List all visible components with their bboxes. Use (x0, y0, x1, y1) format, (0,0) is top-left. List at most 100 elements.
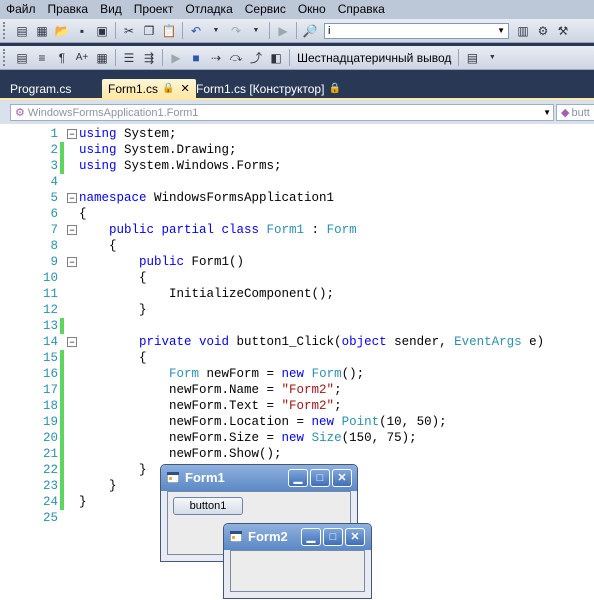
tab-program-cs[interactable]: Program.cs (4, 79, 77, 98)
tab-form1-designer[interactable]: Form1.cs [Конструктор] 🔒 (190, 79, 347, 98)
close-icon[interactable]: ✕ (345, 528, 365, 546)
toolbox-icon[interactable]: ⚒ (555, 23, 571, 39)
class-icon: ⚙ (15, 107, 25, 119)
comment-icon[interactable]: ⇶ (141, 50, 157, 66)
form-icon (167, 472, 179, 483)
toolbar-grip[interactable] (3, 49, 9, 66)
code-line-14: private void button1_Click(object sender… (79, 335, 545, 349)
member-list-icon[interactable]: ≡ (34, 50, 50, 66)
form-icon (230, 531, 242, 542)
menu-window[interactable]: Окно (292, 0, 332, 19)
code-line-17: newForm.Name = "Form2"; (79, 383, 342, 397)
solution-explorer-icon[interactable]: ▥ (515, 23, 531, 39)
form2-title: Form2 (248, 529, 288, 544)
tab-label: Form1.cs (108, 81, 159, 96)
form2-titlebar[interactable]: Form2 ▁ □ ✕ (224, 524, 371, 550)
code-line-5: namespace WindowsFormsApplication1 (79, 191, 335, 205)
code-line-19: newForm.Location = new Point(10, 50); (79, 415, 447, 429)
menu-debug[interactable]: Отладка (179, 0, 238, 19)
window-layout-icon[interactable]: ▤ (464, 50, 480, 66)
step-over-icon[interactable]: ⤼ (228, 50, 244, 66)
code-line-9: public Form1() (79, 255, 245, 269)
code-line-12: } (79, 303, 147, 317)
quick-info-icon[interactable]: A+ (74, 50, 90, 66)
gutter-row: 13 (0, 318, 594, 334)
stop-debugging-icon[interactable]: ■ (188, 50, 204, 66)
code-line-22: } (79, 463, 147, 477)
text-editor-toolbar: ▤ ≡ ¶ A+ ▦ ☰ ⇶ ▶ ■ ⇢ ⤼ ⤴ ◧ Шестнадцатери… (0, 46, 594, 70)
menu-help[interactable]: Справка (332, 0, 391, 19)
copy-icon[interactable]: ❐ (141, 23, 157, 39)
toolbar-separator (162, 49, 163, 66)
indent-icon[interactable]: ☰ (121, 50, 137, 66)
open-file-icon[interactable]: 📂 (54, 23, 70, 39)
member-combo[interactable]: ◆ butt (556, 104, 594, 121)
step-out-icon[interactable]: ⤴ (248, 50, 264, 66)
code-line-10: { (79, 271, 147, 285)
code-line-6: { (79, 207, 87, 221)
toolbar-separator (182, 22, 183, 39)
menu-project[interactable]: Проект (128, 0, 180, 19)
save-all-icon[interactable]: ▣ (94, 23, 110, 39)
code-line-3: using System.Windows.Forms; (79, 159, 282, 173)
line-number: 13 (42, 319, 58, 333)
step-into-icon[interactable]: ⇢ (208, 50, 224, 66)
toolbar-separator (296, 22, 297, 39)
member-combo-value: butt (571, 106, 590, 119)
code-editor[interactable]: 1−2 3 4 5−6 7−8 9−10 11 12 13 14−15 16 17 18 19 20 21 22… (0, 124, 594, 600)
undo-dropdown-icon[interactable]: ▼ (208, 23, 224, 39)
find-in-files-icon[interactable]: 🔎 (302, 23, 318, 39)
continue-icon[interactable]: ▶ (168, 50, 184, 66)
code-line-24: } (79, 495, 87, 509)
button1[interactable]: button1 (173, 497, 243, 515)
class-combo[interactable]: ⚙ WindowsFormsApplication1.Form1 ▼ (10, 104, 554, 121)
close-icon[interactable]: ✕ (180, 82, 189, 95)
start-debugging-icon[interactable]: ▶ (275, 23, 291, 39)
complete-word-icon[interactable]: ▦ (94, 50, 110, 66)
menu-tools[interactable]: Сервис (239, 0, 292, 19)
maximize-icon[interactable]: □ (323, 528, 343, 546)
form2-window[interactable]: Form2 ▁ □ ✕ (223, 523, 372, 599)
chevron-down-icon[interactable]: ▼ (497, 26, 505, 35)
code-line-1: using System; (79, 127, 177, 141)
code-line-23: } (79, 479, 117, 493)
hex-output-label[interactable]: Шестнадцатеричный вывод (297, 51, 451, 65)
close-icon[interactable]: ✕ (332, 469, 352, 487)
change-marker (60, 174, 64, 190)
code-line-11: InitializeComponent(); (79, 287, 335, 301)
properties-icon[interactable]: ⚙ (535, 23, 551, 39)
menu-file[interactable]: Файл (0, 0, 42, 19)
minimize-icon[interactable]: ▁ (288, 469, 308, 487)
document-tabs: Program.cs Form1.cs 🔒 ✕ Form1.cs [Констр… (0, 74, 594, 98)
find-combo[interactable]: i ▼ (324, 22, 509, 39)
toolbar-grip[interactable] (3, 22, 9, 39)
line-number: 4 (50, 175, 58, 189)
lock-icon: 🔒 (162, 83, 175, 94)
save-icon[interactable]: ▪ (74, 23, 90, 39)
form2-client-area (230, 550, 365, 592)
chevron-down-icon[interactable]: ▼ (543, 105, 551, 120)
tab-label: Program.cs (10, 81, 72, 96)
new-project-icon[interactable]: ▤ (14, 23, 30, 39)
toolbar-options-icon[interactable]: ▼ (484, 50, 500, 66)
tab-form1-cs[interactable]: Form1.cs 🔒 ✕ (102, 79, 196, 98)
code-line-15: { (79, 351, 147, 365)
form1-titlebar[interactable]: Form1 ▁ □ ✕ (161, 465, 357, 491)
redo-dropdown-icon[interactable]: ▼ (248, 23, 264, 39)
toolbar-separator (115, 49, 116, 66)
cut-icon[interactable]: ✂ (121, 23, 137, 39)
redo-icon[interactable]: ↷ (228, 23, 244, 39)
object-browser-icon[interactable]: ▤ (14, 50, 30, 66)
menu-edit[interactable]: Правка (42, 0, 95, 19)
code-line-2: using System.Drawing; (79, 143, 237, 157)
code-line-18: newForm.Text = "Form2"; (79, 399, 342, 413)
change-marker (60, 318, 64, 334)
breakpoint-icon[interactable]: ◧ (268, 50, 284, 66)
undo-icon[interactable]: ↶ (188, 23, 204, 39)
paste-icon[interactable]: 📋 (161, 23, 177, 39)
parameter-info-icon[interactable]: ¶ (54, 50, 70, 66)
menu-view[interactable]: Вид (94, 0, 128, 19)
add-item-icon[interactable]: ▦ (34, 23, 50, 39)
maximize-icon[interactable]: □ (310, 469, 330, 487)
minimize-icon[interactable]: ▁ (301, 528, 321, 546)
